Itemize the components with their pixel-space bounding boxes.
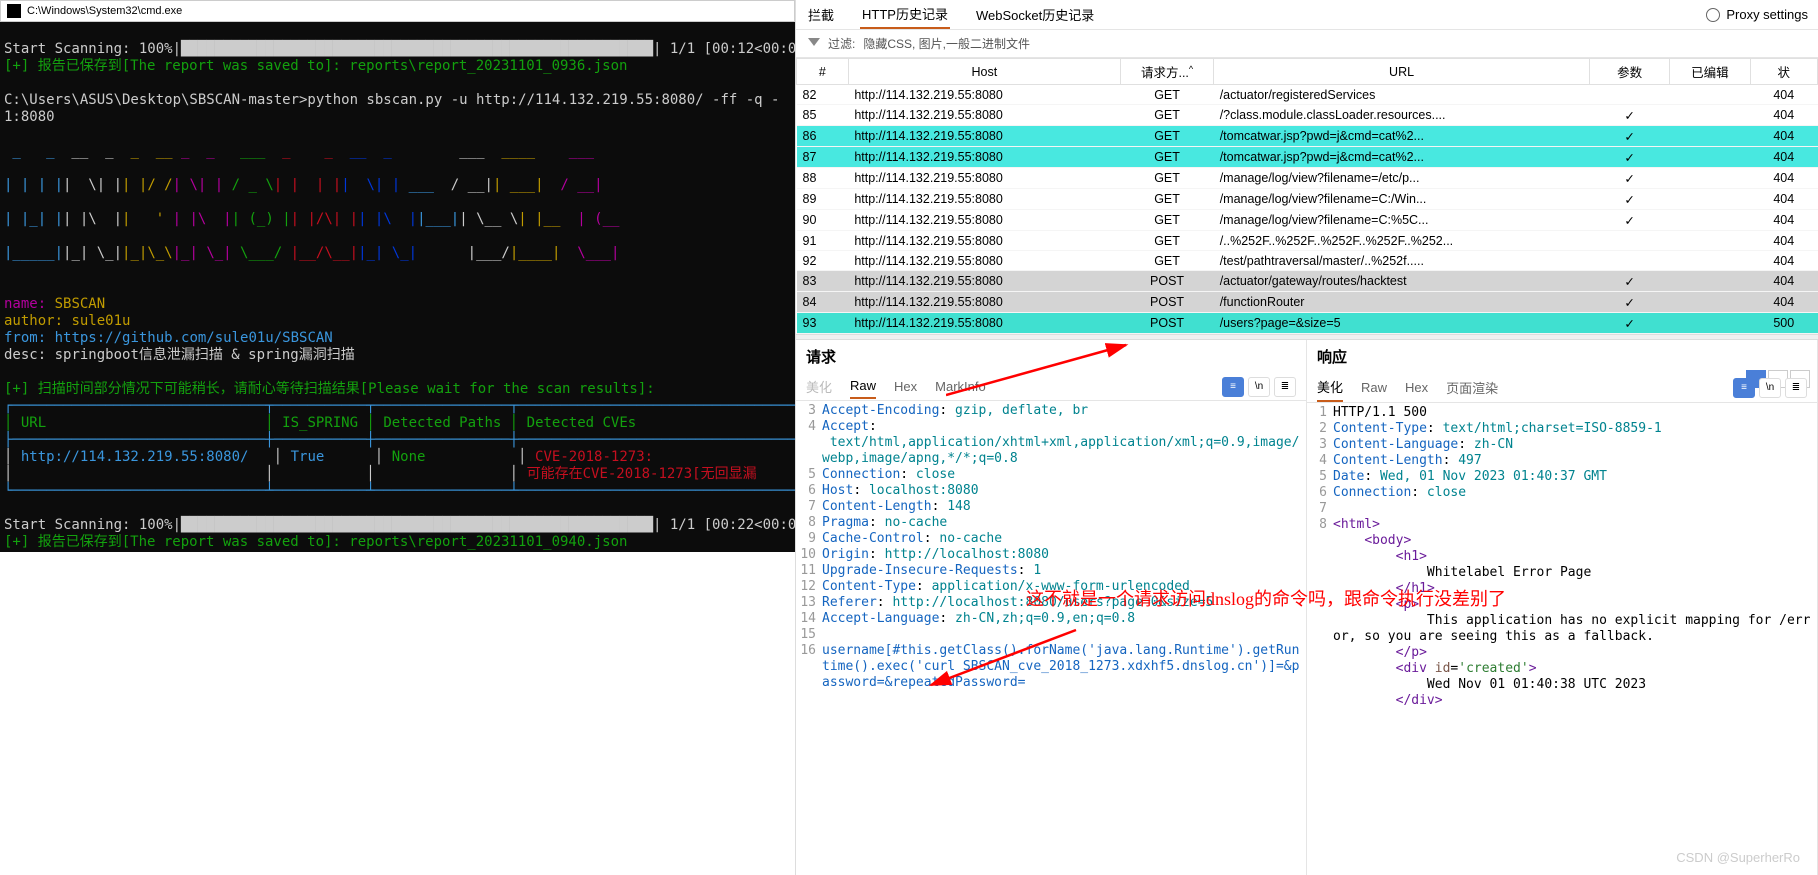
req-actions-icon[interactable]: ≡: [1222, 377, 1244, 397]
saved-msg-1: [+] 报告已保存到[The report was saved to]: rep…: [4, 58, 627, 74]
res-wrap-icon[interactable]: ≣: [1785, 378, 1807, 398]
res-tab-hex[interactable]: Hex: [1405, 376, 1428, 399]
res-actions-icon[interactable]: ≡: [1733, 378, 1755, 398]
scan-progress-2: Start Scanning: 100%|███████████████████…: [4, 517, 795, 533]
req-tab-hex[interactable]: Hex: [894, 375, 917, 398]
req-newline-icon[interactable]: \n: [1248, 377, 1270, 397]
req-tab-markinfo[interactable]: MarkInfo: [935, 375, 986, 398]
history-grid[interactable]: # Host 请求方...^ URL 参数 已编辑 状 82http://114…: [796, 58, 1818, 334]
request-editor[interactable]: 3Accept-Encoding: gzip, deflate, br4Acce…: [796, 401, 1306, 875]
request-title: 请求: [796, 340, 1306, 373]
funnel-icon: [808, 38, 820, 50]
response-title: 响应: [1307, 340, 1817, 373]
table-row[interactable]: 90http://114.132.219.55:8080GET/manage/l…: [797, 210, 1818, 231]
col-status[interactable]: 状: [1750, 59, 1817, 85]
res-newline-icon[interactable]: \n: [1759, 378, 1781, 398]
table-row[interactable]: 82http://114.132.219.55:8080GET/actuator…: [797, 85, 1818, 105]
col-method[interactable]: 请求方...^: [1120, 59, 1213, 85]
info-from: from: https://github.com/sule01u/SBSCAN: [4, 330, 333, 346]
filter-bar[interactable]: 过滤: 隐藏CSS, 图片,一般二进制文件: [796, 30, 1818, 58]
tab-intercept[interactable]: 拦截: [806, 1, 836, 28]
info-name: name: SBSCAN: [4, 296, 105, 312]
proxy-top-tabs: 拦截 HTTP历史记录 WebSocket历史记录 Proxy settings: [796, 0, 1818, 30]
response-editor[interactable]: 1HTTP/1.1 5002Content-Type: text/html;ch…: [1307, 403, 1817, 875]
cmd-line-2: 1:8080: [4, 109, 55, 125]
filter-text: 隐藏CSS, 图片,一般二进制文件: [863, 35, 1030, 52]
tab-http-history[interactable]: HTTP历史记录: [860, 0, 950, 29]
filter-label: 过滤:: [828, 35, 855, 52]
terminal-titlebar[interactable]: C:\Windows\System32\cmd.exe: [0, 0, 795, 22]
info-author: author: sule01u: [4, 313, 130, 329]
request-pane: 请求 美化 Raw Hex MarkInfo ≡ \n ≣ 3Accept-En…: [796, 340, 1307, 875]
table-row[interactable]: 84http://114.132.219.55:8080POST/functio…: [797, 292, 1818, 313]
table-row[interactable]: 91http://114.132.219.55:8080GET/..%252F.…: [797, 231, 1818, 251]
detail-panes: 请求 美化 Raw Hex MarkInfo ≡ \n ≣ 3Accept-En…: [796, 340, 1818, 875]
table-row[interactable]: 86http://114.132.219.55:8080GET/tomcatwa…: [797, 126, 1818, 147]
watermark: CSDN @SuperherRo: [1676, 850, 1800, 865]
col-params[interactable]: 参数: [1589, 59, 1669, 85]
tab-ws-history[interactable]: WebSocket历史记录: [974, 1, 1096, 28]
saved-msg-2: [+] 报告已保存到[The report was saved to]: rep…: [4, 534, 627, 550]
terminal-window: C:\Windows\System32\cmd.exe Start Scanni…: [0, 0, 795, 875]
proxy-settings-link[interactable]: Proxy settings: [1706, 7, 1808, 22]
cmd-icon: [7, 4, 21, 18]
req-wrap-icon[interactable]: ≣: [1274, 377, 1296, 397]
table-row[interactable]: 88http://114.132.219.55:8080GET/manage/l…: [797, 168, 1818, 189]
col-url[interactable]: URL: [1214, 59, 1590, 85]
table-row[interactable]: 93http://114.132.219.55:8080POST/users?p…: [797, 313, 1818, 334]
scan-progress-1: Start Scanning: 100%|███████████████████…: [4, 41, 795, 57]
table-row[interactable]: 87http://114.132.219.55:8080GET/tomcatwa…: [797, 147, 1818, 168]
terminal-body[interactable]: Start Scanning: 100%|███████████████████…: [0, 22, 795, 552]
response-pane: 响应 美化 Raw Hex 页面渲染 ≡ \n ≣ 1HTTP/1.1 5002…: [1307, 340, 1818, 875]
table-row[interactable]: 92http://114.132.219.55:8080GET/test/pat…: [797, 251, 1818, 271]
col-edited[interactable]: 已编辑: [1670, 59, 1750, 85]
table-row[interactable]: 85http://114.132.219.55:8080GET/?class.m…: [797, 105, 1818, 126]
res-tab-raw[interactable]: Raw: [1361, 376, 1387, 399]
req-tab-pretty[interactable]: 美化: [806, 373, 832, 400]
table-row[interactable]: 83http://114.132.219.55:8080POST/actuato…: [797, 271, 1818, 292]
gear-icon: [1706, 8, 1720, 22]
terminal-title: C:\Windows\System32\cmd.exe: [27, 5, 182, 17]
req-tab-raw[interactable]: Raw: [850, 374, 876, 399]
proxy-panel: 拦截 HTTP历史记录 WebSocket历史记录 Proxy settings…: [795, 0, 1818, 875]
res-tab-pretty[interactable]: 美化: [1317, 373, 1343, 402]
col-host[interactable]: Host: [848, 59, 1120, 85]
table-row[interactable]: 89http://114.132.219.55:8080GET/manage/l…: [797, 189, 1818, 210]
res-tab-render[interactable]: 页面渲染: [1446, 374, 1498, 401]
col-number[interactable]: #: [797, 59, 849, 85]
wait-message: [+] 扫描时间部分情况下可能稍长，请耐心等待扫描结果[Please wait …: [4, 381, 655, 397]
info-desc: desc: springboot信息泄漏扫描 & spring漏洞扫描: [4, 347, 355, 363]
ascii-art: _ _ __ _ _ __ _ _ ___ _ _ __ _ ___ ____ …: [4, 143, 791, 160]
cmd-line: C:\Users\ASUS\Desktop\SBSCAN-master>pyth…: [4, 92, 779, 108]
